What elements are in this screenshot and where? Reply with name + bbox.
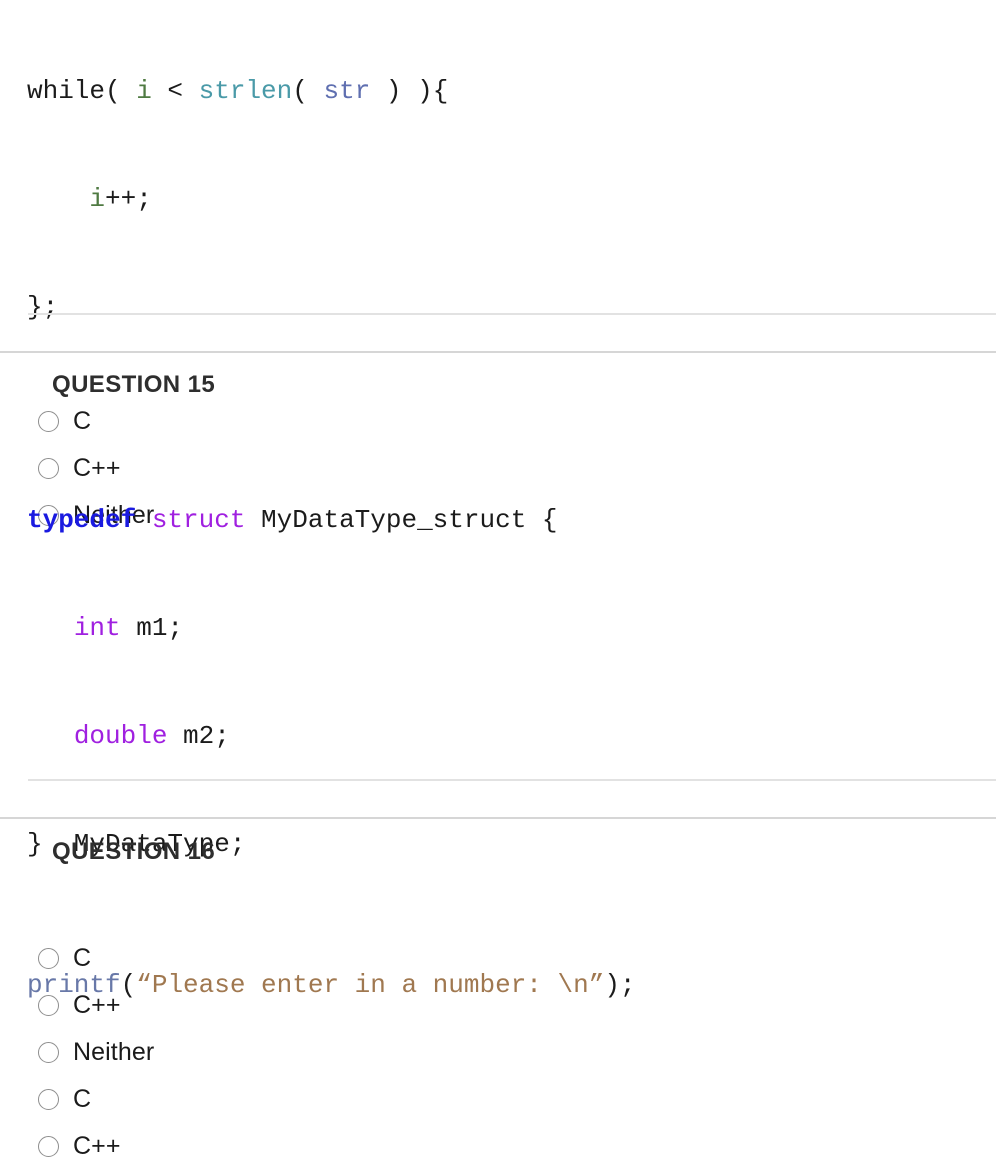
answer-option-label: C [73, 1085, 92, 1113]
code-token: ++; [105, 184, 152, 214]
code-snippet-q16: printf(“Please enter in a number: \n”); [0, 895, 996, 1075]
question-separator-inset [28, 779, 996, 781]
code-line: double m2; [27, 718, 996, 754]
code-token: while( [27, 76, 137, 106]
answer-option-c[interactable]: C [0, 1076, 996, 1123]
code-token: ( [120, 970, 137, 1000]
code-token: typedef [27, 505, 137, 535]
code-token: i [89, 184, 106, 214]
code-token: }; [27, 292, 59, 322]
code-token: MyDataType_struct { [245, 505, 558, 535]
code-line: typedef struct MyDataType_struct { [27, 502, 996, 538]
question-separator-inset [28, 313, 996, 315]
code-token: “Please enter in a number: \n” [136, 970, 605, 1000]
quiz-page: while( i < strlen( str ) ){ i++; }; C C+… [0, 0, 996, 1159]
code-token: str [323, 76, 371, 106]
answer-options-q16: C C++ [0, 1076, 996, 1170]
code-token: ) ){ [370, 76, 449, 106]
code-line: i++; [27, 181, 996, 217]
question-separator-full [0, 817, 996, 819]
code-token: m2; [167, 721, 230, 751]
question-separator-full [0, 351, 996, 353]
code-token: int [73, 613, 121, 643]
code-token: m1; [120, 613, 184, 643]
question-heading-q16: QUESTION 16 [52, 838, 216, 865]
code-line: int m1; [27, 610, 996, 646]
code-token: ); [604, 970, 636, 1000]
answer-option-label: C++ [73, 1132, 121, 1160]
code-line: }; [27, 289, 996, 325]
code-token: struct [151, 505, 246, 535]
code-token: < [151, 76, 199, 106]
code-token: i [136, 76, 152, 106]
radio-button-c[interactable] [38, 411, 59, 432]
code-line: while( i < strlen( str ) ){ [27, 73, 996, 109]
answer-option-cpp[interactable]: C++ [0, 1123, 996, 1170]
code-line: printf(“Please enter in a number: \n”); [27, 967, 996, 1003]
question-heading-q15: QUESTION 15 [52, 371, 216, 398]
question-block-q16: printf(“Please enter in a number: \n”); … [0, 895, 996, 1170]
radio-button-c[interactable] [38, 1089, 59, 1110]
code-token: double [73, 721, 168, 751]
code-token: printf [27, 970, 121, 1000]
code-token: ( [292, 76, 324, 106]
code-snippet-q14: while( i < strlen( str ) ){ i++; }; [0, 0, 996, 397]
radio-button-cpp[interactable] [38, 1136, 59, 1157]
code-token: strlen [198, 76, 293, 106]
